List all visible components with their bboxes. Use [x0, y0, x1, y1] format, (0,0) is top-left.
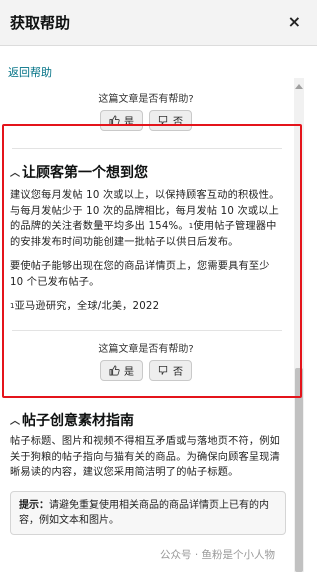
section-creative-guidelines: ︿ 帖子创意素材指南 帖子标题、图片和视频不得相互矛盾或与落地页不符，例如关于狗…: [10, 410, 286, 535]
close-icon[interactable]: ×: [288, 12, 301, 31]
panel-header: 获取帮助 ×: [0, 0, 317, 46]
tip-box: 提示：请避免重复使用相关商品的商品详情页上已有的内容，例如文本和图片。: [10, 490, 286, 535]
highlight-box: [2, 124, 302, 398]
section-title: 帖子创意素材指南: [22, 413, 134, 429]
section-header[interactable]: ︿ 帖子创意素材指南: [10, 410, 286, 430]
panel-title: 获取帮助: [10, 14, 71, 32]
feedback-question: 这篇文章是否有帮助?: [98, 94, 194, 105]
section-paragraph: 帖子标题、图片和视频不得相互矛盾或与落地页不符，例如关于狗粮的帖子指向与猫有关的…: [10, 436, 281, 478]
tip-text: 请避免重复使用相关商品的商品详情页上已有的内容，例如文本和图片。: [19, 499, 269, 526]
tip-label: 提示：: [19, 499, 49, 511]
watermark: 公众号 · 鱼粉是个小人物: [160, 549, 276, 561]
chevron-up-icon[interactable]: ︿: [10, 412, 20, 427]
scrollbar-thumb[interactable]: [295, 368, 303, 572]
scroll-up-arrow-icon[interactable]: [295, 84, 303, 89]
